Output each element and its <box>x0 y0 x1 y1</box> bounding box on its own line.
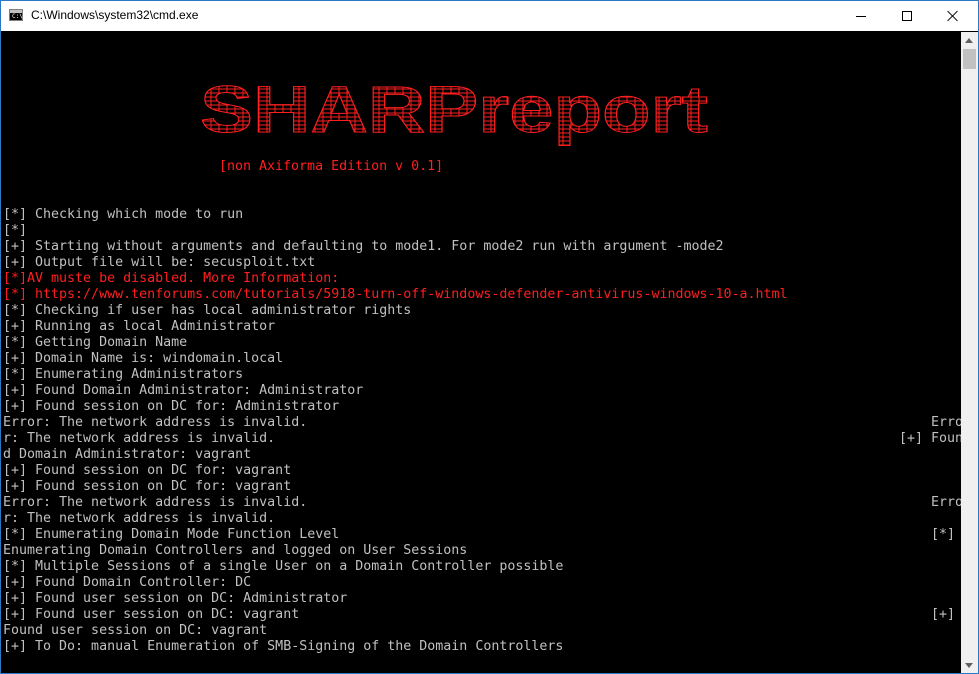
console-line: Error: The network address is invalid. Er… <box>3 495 961 511</box>
console-line-text: Error: The network address is invalid. <box>3 495 308 510</box>
console-line-wrap: Erro <box>931 415 961 430</box>
edition-label: [non Axiforma Edition v 0.1] <box>219 159 444 174</box>
banner-text: SHARPreport <box>200 72 708 146</box>
console-line-text: [*] Getting Domain Name <box>3 335 188 350</box>
title-bar[interactable]: C:\ C:\Windows\system32\cmd.exe <box>1 1 978 31</box>
console-line-text: [*] Enumerating Domain Mode Function Lev… <box>3 527 340 542</box>
console-line: [+] Found Domain Administrator: Administ… <box>3 383 961 399</box>
console-line-text: [+] Found Domain Controller: DC <box>3 575 252 590</box>
scroll-thumb[interactable] <box>963 49 976 69</box>
console-line: r: The network address is invalid. [+] Fo… <box>3 431 961 447</box>
console-line-text: [+] Output file will be: secusploit.txt <box>3 255 316 270</box>
console-line-wrap: [+] <box>931 607 956 622</box>
console-line: Found user session on DC: vagrant <box>3 623 961 639</box>
console-line: Error: The network address is invalid. Er… <box>3 415 961 431</box>
ascii-banner: SHARPreport <box>200 72 709 147</box>
console-line-text: [+] Domain Name is: windomain.local <box>3 351 284 366</box>
console-line: [*] https://www.tenforums.com/tutorials/… <box>3 287 961 303</box>
console-line: r: The network address is invalid. <box>3 511 961 527</box>
console-line-wrap: Erro <box>931 495 961 510</box>
console-line: [+] Found session on DC for: vagrant <box>3 479 961 495</box>
close-icon <box>947 10 959 22</box>
console-line: [+] To Do: manual Enumeration of SMB-Sig… <box>3 639 961 655</box>
console-line: d Domain Administrator: vagrant <box>3 447 961 463</box>
console-line: [*] <box>3 223 961 239</box>
cmd-window: C:\ C:\Windows\system32\cmd.exe SHARPrep… <box>0 0 979 674</box>
console-line: [+] Found session on DC for: Administrat… <box>3 399 961 415</box>
console-line: [*] Getting Domain Name <box>3 335 961 351</box>
console-line-text: [+] Found session on DC for: Administrat… <box>3 399 340 414</box>
console-line-text: d Domain Administrator: vagrant <box>3 447 252 462</box>
console-line-text: [+] Starting without arguments and defau… <box>3 239 724 254</box>
console-line-text: [*] Checking if user has local administr… <box>3 303 412 318</box>
console-output[interactable]: SHARPreport [non Axiforma Edition v 0.1]… <box>2 32 961 673</box>
vertical-scrollbar[interactable] <box>961 32 978 673</box>
console-line: [*] Checking which mode to run <box>3 207 961 223</box>
scroll-up-icon[interactable] <box>961 32 978 49</box>
console-line-text: [+] Found session on DC for: vagrant <box>3 463 292 478</box>
console-line: [+] Domain Name is: windomain.local <box>3 351 961 367</box>
cmd-icon[interactable]: C:\ <box>9 9 23 21</box>
console-line-text: Enumerating Domain Controllers and logge… <box>3 543 468 558</box>
console-line: [*] Multiple Sessions of a single User o… <box>3 559 961 575</box>
console-line: [*]AV muste be disabled. More Informatio… <box>3 271 961 287</box>
scroll-down-icon[interactable] <box>961 657 978 673</box>
minimize-button[interactable] <box>838 1 884 31</box>
close-button[interactable] <box>930 1 976 31</box>
console-line-text: [*]AV muste be disabled. More Informatio… <box>3 271 340 286</box>
console-line: [*] Enumerating Administrators <box>3 367 961 383</box>
console-line-text: [*] Checking which mode to run <box>3 207 244 222</box>
maximize-button[interactable] <box>884 1 930 31</box>
minimize-icon <box>856 16 866 17</box>
console-line-text: r: The network address is invalid. <box>3 431 276 446</box>
window-title: C:\Windows\system32\cmd.exe <box>31 8 199 22</box>
console-line: [+] Found user session on DC: Administra… <box>3 591 961 607</box>
console-line-text: [*] Multiple Sessions of a single User o… <box>3 559 564 574</box>
output-lines: [*] Checking which mode to run [*] [+] Sta… <box>3 207 961 655</box>
console-line: [+] Found Domain Controller: DC <box>3 575 961 591</box>
console-line-text: [*] <box>3 223 28 238</box>
console-line-text: [+] Running as local Administrator <box>3 319 276 334</box>
console-line: Enumerating Domain Controllers and logge… <box>3 543 961 559</box>
console-line-text: r: The network address is invalid. <box>3 511 276 526</box>
console-line: [+] Running as local Administrator <box>3 319 961 335</box>
console-line-text: [+] Found user session on DC: vagrant <box>3 607 300 622</box>
console-line-text: [+] Found Domain Administrator: Administ… <box>3 383 364 398</box>
console-line: [*] Enumerating Domain Mode Function Lev… <box>3 527 961 543</box>
console-line-text: [*] Enumerating Administrators <box>3 367 244 382</box>
console-line-wrap: [+] Foun <box>899 431 961 446</box>
console-line-text: Found user session on DC: vagrant <box>3 623 268 638</box>
console-line: [*] Checking if user has local administr… <box>3 303 961 319</box>
console-line-text: [*] https://www.tenforums.com/tutorials/… <box>3 287 788 302</box>
console-line: [+] Found session on DC for: vagrant <box>3 463 961 479</box>
maximize-icon <box>902 11 912 21</box>
console-line-text: [+] Found session on DC for: vagrant <box>3 479 292 494</box>
console-line: [+] Found user session on DC: vagrant [+] <box>3 607 961 623</box>
console-line-wrap: [*] <box>931 527 956 542</box>
console-line: [+] Starting without arguments and defau… <box>3 239 961 255</box>
console-line-text: [+] Found user session on DC: Administra… <box>3 591 348 606</box>
console-line-text: [+] To Do: manual Enumeration of SMB-Sig… <box>3 639 564 654</box>
console-line-text: Error: The network address is invalid. <box>3 415 308 430</box>
console-line: [+] Output file will be: secusploit.txt <box>3 255 961 271</box>
